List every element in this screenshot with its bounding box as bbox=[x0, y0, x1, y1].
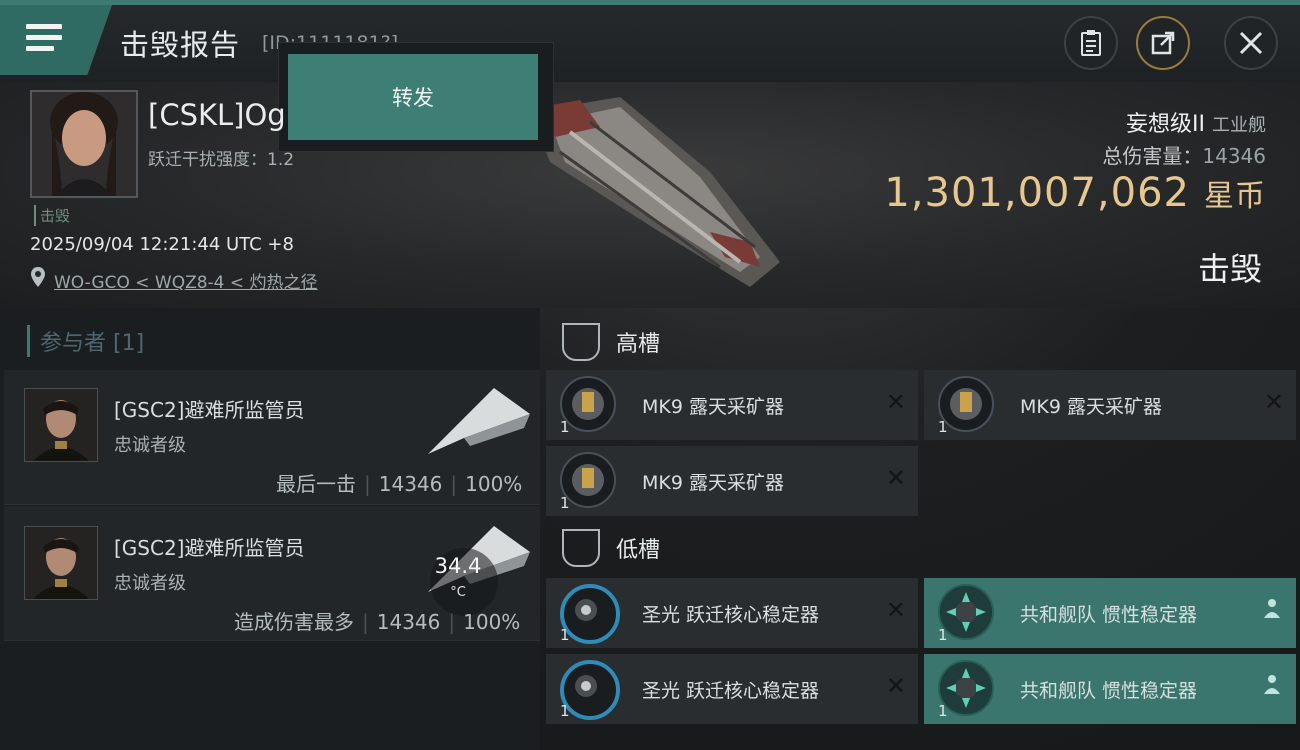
stat-percent: 100% bbox=[463, 610, 521, 634]
module-item[interactable]: 1 MK9 露天采矿器 ✕ bbox=[546, 370, 918, 440]
victim-portrait[interactable] bbox=[30, 90, 138, 198]
close-button[interactable] bbox=[1224, 16, 1278, 70]
ship-type: 工业舰 bbox=[1212, 115, 1266, 136]
total-damage: 总伤害量：14346 bbox=[1102, 140, 1266, 169]
offline-x-icon: ✕ bbox=[1263, 388, 1284, 416]
low-slot-title: 低槽 bbox=[616, 538, 661, 563]
offline-x-icon: ✕ bbox=[885, 672, 906, 700]
participant-ship: 忠诚者级 bbox=[114, 573, 186, 594]
module-item[interactable]: 1 共和舰队 惯性稳定器 bbox=[924, 654, 1296, 724]
share-button[interactable] bbox=[1136, 16, 1190, 70]
low-slot-icon bbox=[562, 529, 600, 567]
page-title: 击毁报告 bbox=[120, 28, 241, 62]
module-qty: 1 bbox=[560, 702, 570, 720]
clipboard-button[interactable] bbox=[1064, 16, 1118, 70]
module-qty: 1 bbox=[938, 626, 948, 644]
stat-label: 造成伤害最多 bbox=[234, 610, 354, 634]
total-damage-label: 总伤害量： bbox=[1102, 144, 1203, 168]
status-badge: 击毁 bbox=[34, 205, 70, 226]
module-name: MK9 露天采矿器 bbox=[1020, 396, 1162, 418]
top-accent-line bbox=[0, 0, 1300, 5]
isk-unit: 星币 bbox=[1204, 179, 1266, 214]
high-slot-icon bbox=[562, 323, 600, 361]
menu-icon[interactable] bbox=[26, 24, 62, 52]
stat-damage: 14346 bbox=[378, 472, 443, 496]
high-slot-header: 高槽 bbox=[548, 316, 1298, 368]
close-icon bbox=[1239, 31, 1263, 55]
isk-value: 1,301,007,062 星币 bbox=[884, 170, 1266, 216]
location-link[interactable]: WO-GCO < WQZ8-4 < 灼热之径 bbox=[54, 268, 318, 293]
share-icon bbox=[1151, 31, 1175, 55]
module-item[interactable]: 1 MK9 露天采矿器 ✕ bbox=[546, 446, 918, 516]
participants-header: 参与者 [1] bbox=[27, 325, 144, 357]
module-name: 共和舰队 惯性稳定器 bbox=[1020, 604, 1198, 626]
avatar bbox=[32, 92, 136, 196]
total-damage-value: 14346 bbox=[1202, 144, 1266, 168]
low-slot-header: 低槽 bbox=[548, 522, 1298, 574]
ship-silhouette-icon bbox=[428, 388, 530, 454]
module-qty: 1 bbox=[560, 626, 570, 644]
avatar bbox=[24, 526, 98, 600]
location-pin-icon bbox=[31, 267, 45, 287]
clipboard-icon bbox=[1081, 30, 1101, 56]
module-qty: 1 bbox=[560, 494, 570, 512]
ship-class-name: 妄想级II bbox=[1126, 112, 1205, 137]
module-item[interactable]: 1 MK9 露天采矿器 ✕ bbox=[924, 370, 1296, 440]
ship-class[interactable]: 妄想级II 工业舰 bbox=[1126, 106, 1266, 138]
module-name: MK9 露天采矿器 bbox=[642, 396, 784, 418]
module-item[interactable]: 1 圣光 跃迁核心稳定器 ✕ bbox=[546, 654, 918, 724]
high-slot-title: 高槽 bbox=[616, 332, 661, 357]
kill-status: 击毁 bbox=[1197, 250, 1262, 288]
participant-stats: 造成伤害最多 | 14346 | 100% bbox=[234, 610, 521, 634]
participant-name[interactable]: [GSC2]避难所监管员 bbox=[114, 394, 305, 423]
forward-button[interactable]: 转发 bbox=[288, 54, 538, 140]
victim-name[interactable]: [CSKL]Og bbox=[148, 98, 286, 132]
module-qty: 1 bbox=[560, 418, 570, 436]
warp-disrupt-strength: 跃迁干扰强度：1.2 bbox=[148, 150, 295, 170]
module-name: MK9 露天采矿器 bbox=[642, 472, 784, 494]
module-name: 圣光 跃迁核心稳定器 bbox=[642, 604, 820, 626]
user-icon bbox=[1264, 599, 1280, 618]
offline-x-icon: ✕ bbox=[885, 388, 906, 416]
stat-percent: 100% bbox=[465, 472, 523, 496]
module-item[interactable]: 1 共和舰队 惯性稳定器 bbox=[924, 578, 1296, 648]
stat-label: 最后一击 bbox=[276, 472, 356, 496]
isk-amount: 1,301,007,062 bbox=[884, 170, 1190, 216]
module-name: 圣光 跃迁核心稳定器 bbox=[642, 680, 820, 702]
module-item[interactable]: 1 圣光 跃迁核心稳定器 ✕ bbox=[546, 578, 918, 648]
participant-name[interactable]: [GSC2]避难所监管员 bbox=[114, 532, 305, 561]
participant-stats: 最后一击 | 14346 | 100% bbox=[276, 472, 523, 496]
module-qty: 1 bbox=[938, 418, 948, 436]
participant-ship: 忠诚者级 bbox=[114, 435, 186, 456]
module-name: 共和舰队 惯性稳定器 bbox=[1020, 680, 1198, 702]
temperature-value: 34.4 bbox=[434, 554, 482, 578]
avatar bbox=[24, 388, 98, 462]
kill-datetime: 2025/09/04 12:21:44 UTC +8 bbox=[30, 234, 294, 255]
stat-damage: 14346 bbox=[376, 610, 441, 634]
user-icon bbox=[1264, 675, 1280, 694]
module-qty: 1 bbox=[938, 702, 948, 720]
temperature-unit: °C bbox=[450, 585, 466, 600]
offline-x-icon: ✕ bbox=[885, 464, 906, 492]
offline-x-icon: ✕ bbox=[885, 596, 906, 624]
